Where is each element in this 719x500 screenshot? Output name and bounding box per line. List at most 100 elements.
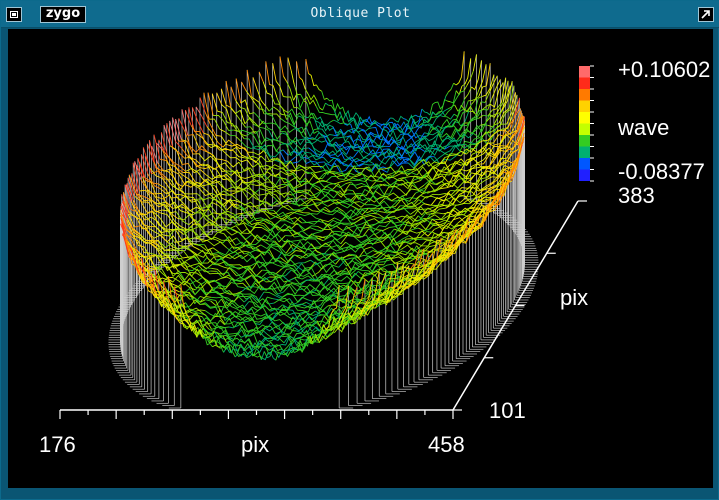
surface-line-segment xyxy=(454,104,459,112)
window-title: Oblique Plot xyxy=(310,6,411,21)
surface-line-segment xyxy=(349,172,356,176)
surface-line-segment xyxy=(382,206,390,209)
surface-line-segment xyxy=(464,100,469,111)
oblique-surface-plot xyxy=(59,51,594,419)
plot-canvas[interactable]: 176 pix 458 101 pix 383 +0.10602 wave -0… xyxy=(8,29,713,488)
surface-line-segment xyxy=(294,312,300,314)
surface-line-segment xyxy=(288,312,295,316)
surface-line-segment xyxy=(418,108,423,121)
x-max-label: 458 xyxy=(428,432,465,457)
surface-line-segment xyxy=(256,184,263,186)
surface-line-segment xyxy=(424,132,438,136)
colorbar-unit-label: wave xyxy=(618,115,670,140)
colorbar-segment xyxy=(579,123,590,135)
oblique-plot-window: zygo Oblique Plot 176 pix 458 101 pix 38… xyxy=(0,0,719,500)
surface-line-segment xyxy=(444,90,465,117)
surface-line-segment xyxy=(496,123,507,129)
surface-line-segment xyxy=(303,100,308,104)
surface-line-segment xyxy=(376,227,390,231)
surface-line-segment xyxy=(204,323,210,330)
colorbar-segment xyxy=(579,100,590,112)
surface-line-segment xyxy=(229,326,234,329)
surface-line-segment xyxy=(278,321,284,327)
surface-line-segment xyxy=(421,108,431,116)
surface-line-segment xyxy=(388,174,395,180)
surface-line-segment xyxy=(225,80,232,109)
surface-line-segment xyxy=(325,102,329,106)
surface-line-segment xyxy=(326,97,346,116)
surface-line-segment xyxy=(268,339,273,342)
surface-line-segment xyxy=(241,181,255,194)
surface-line-segment xyxy=(263,291,276,296)
surface-line-segment xyxy=(281,228,289,231)
surface-line-segment xyxy=(182,256,189,259)
surface-line-segment xyxy=(373,133,378,136)
surface-line-segment xyxy=(178,140,185,142)
surface-line-segment xyxy=(321,91,325,100)
surface-line-segment xyxy=(375,190,382,196)
surface-line-segment xyxy=(466,79,471,86)
surface-line-segment xyxy=(224,131,231,136)
surface-line-segment xyxy=(425,210,433,214)
title-bar[interactable]: zygo Oblique Plot xyxy=(1,1,719,28)
surface-line-segment xyxy=(128,174,143,203)
surface-line-segment xyxy=(265,61,270,85)
surface-line-segment xyxy=(282,149,289,156)
surface-line-segment xyxy=(455,76,462,86)
surface-line-segment xyxy=(365,212,373,216)
surface-line-segment xyxy=(339,147,345,150)
x-min-label: 176 xyxy=(39,432,76,457)
colorbar-segment xyxy=(579,135,590,147)
surface-line-segment xyxy=(379,157,391,165)
surface-line-segment xyxy=(296,61,300,78)
surface-line-segment xyxy=(442,231,449,234)
surface-line-segment xyxy=(281,132,287,135)
surface-line-segment xyxy=(450,153,456,155)
surface-line-segment xyxy=(230,86,237,101)
surface-line-segment xyxy=(245,126,251,128)
surface-line-segment xyxy=(419,148,426,152)
surface-line-segment xyxy=(393,128,398,131)
surface-line-segment xyxy=(306,301,312,306)
surface-line-segment xyxy=(231,281,238,285)
surface-line-segment xyxy=(296,93,304,110)
surface-line-segment xyxy=(486,63,491,86)
surface-line-segment xyxy=(306,198,331,205)
x-axis-label: pix xyxy=(241,432,270,457)
surface-line-segment xyxy=(482,142,494,153)
surface-line-segment xyxy=(359,231,399,246)
surface-line-segment xyxy=(358,150,369,159)
surface-line-segment xyxy=(395,153,401,155)
surface-line-segment xyxy=(333,165,339,168)
surface-line-segment xyxy=(316,116,331,126)
colorbar-segment xyxy=(579,146,590,158)
surface-line-segment xyxy=(366,115,375,125)
surface-line-segment xyxy=(272,85,278,98)
surface-line-segment xyxy=(450,83,455,90)
surface-line-segment xyxy=(403,208,411,215)
surface-line-segment xyxy=(205,299,211,302)
surface-line-segment xyxy=(330,154,336,156)
surface-line-segment xyxy=(413,177,420,181)
surface-line-segment xyxy=(219,128,226,133)
surface-line-segment xyxy=(472,151,478,155)
surface-line-segment xyxy=(308,73,317,87)
surface-line-segment xyxy=(259,102,265,115)
surface-line-segment xyxy=(479,179,486,185)
surface-line-segment xyxy=(216,92,223,105)
colorbar-max-label: +0.10602 xyxy=(618,57,711,82)
surface-line-segment xyxy=(267,355,271,359)
y-max-label: 383 xyxy=(618,183,655,208)
surface-line-segment xyxy=(347,189,354,192)
surface-line-segment xyxy=(290,156,296,162)
maximize-arrow-icon[interactable] xyxy=(698,7,714,22)
surface-line-segment xyxy=(290,70,295,85)
surface-line-segment xyxy=(311,188,336,197)
colorbar-segment xyxy=(579,77,590,89)
surface-line-segment xyxy=(307,299,314,302)
surface-line-segment xyxy=(285,169,292,172)
surface-line-segment xyxy=(243,320,249,323)
surface-line-segment xyxy=(240,99,251,115)
surface-line-segment xyxy=(283,96,298,109)
surface-line-segment xyxy=(255,282,262,291)
